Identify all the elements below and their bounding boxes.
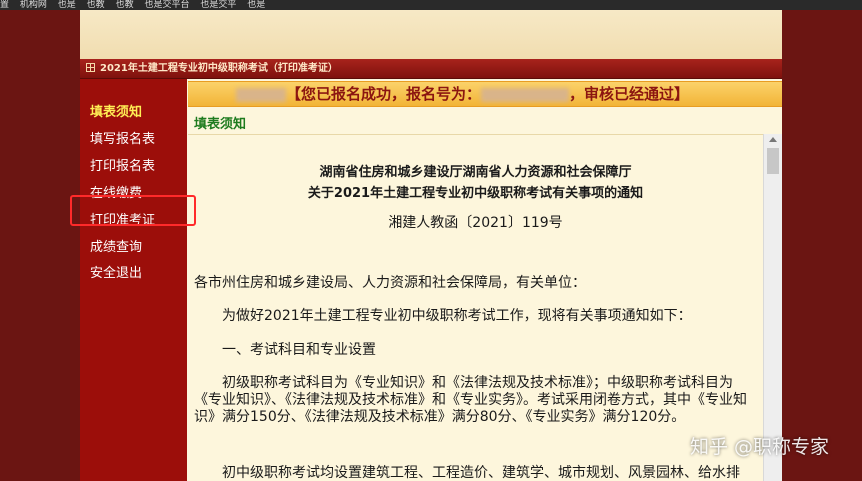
sidebar-item-notice[interactable]: 填表须知 bbox=[90, 105, 142, 121]
document-paragraph-2: 初中级职称考试均设置建筑工程、工程造价、建筑学、城市规划、风景园林、给水排水、建… bbox=[222, 465, 740, 481]
sidebar: 填表须知 填写报名表 打印报名表 在线缴费 打印准考证 成绩查询 安全退出 bbox=[80, 79, 187, 481]
section-label: 填表须知 bbox=[194, 117, 247, 132]
grid-icon bbox=[86, 63, 95, 72]
document-title-line-2: 关于2021年土建工程专业初中级职称考试有关事项的通知 bbox=[307, 186, 644, 201]
bookmark-item[interactable]: 也是交平台 bbox=[144, 0, 189, 10]
status-text-prefix: 【您已报名成功，报名号为： bbox=[286, 85, 482, 103]
sidebar-item-print-form[interactable]: 打印报名表 bbox=[90, 159, 155, 175]
bookmark-item[interactable]: 也是 bbox=[247, 0, 265, 10]
annotation-highlight-box bbox=[70, 195, 196, 226]
page-title-bar: 2021年土建工程专业初中级职称考试（打印准考证） bbox=[80, 59, 782, 79]
sidebar-item-score-query[interactable]: 成绩查询 bbox=[90, 240, 142, 256]
status-text-suffix: ，审核已经通过】 bbox=[569, 85, 690, 103]
document-salutation: 各市州住房和城乡建设局、人力资源和社会保障局，有关单位： bbox=[194, 275, 586, 291]
document-reference-number: 湘建人教函〔2021〕119号 bbox=[388, 215, 563, 231]
watermark: 知乎 @职称专家 bbox=[690, 436, 830, 458]
bookmark-item[interactable]: 也是交平 bbox=[200, 0, 236, 10]
notice-document[interactable]: 湖南省住房和城乡建设厅湖南省人力资源和社会保障厅 关于2021年土建工程专业初中… bbox=[188, 134, 763, 481]
bookmark-item[interactable]: 机构网 bbox=[20, 0, 47, 10]
document-heading-1: 一、考试科目和专业设置 bbox=[222, 342, 376, 358]
page-frame: 2021年土建工程专业初中级职称考试（打印准考证） 填表须知 填写报名表 打印报… bbox=[80, 10, 782, 481]
bookmark-item[interactable]: 置 bbox=[0, 0, 9, 10]
document-paragraph-1: 初级职称考试科目为《专业知识》和《法律法规及技术标准》；中级职称考试科目为《专业… bbox=[194, 375, 747, 425]
document-intro: 为做好2021年土建工程专业初中级职称考试工作，现将有关事项通知如下： bbox=[222, 308, 692, 324]
sidebar-item-fill-form[interactable]: 填写报名表 bbox=[90, 132, 155, 148]
registration-status-bar: 【您已报名成功，报名号为： ，审核已经通过】 bbox=[188, 81, 782, 107]
browser-bookmarks-bar: 置 机构网 也是 也教 也教 也是交平台 也是交平 也是 bbox=[0, 0, 862, 10]
page-title: 2021年土建工程专业初中级职称考试（打印准考证） bbox=[100, 63, 338, 74]
redacted-registration-number bbox=[481, 87, 570, 102]
header-banner bbox=[80, 10, 782, 59]
document-title-line-1: 湖南省住房和城乡建设厅湖南省人力资源和社会保障厅 bbox=[319, 165, 632, 180]
bookmark-item[interactable]: 也教 bbox=[116, 0, 134, 10]
redacted-name bbox=[236, 87, 286, 102]
bookmark-item[interactable]: 也教 bbox=[87, 0, 105, 10]
bookmark-item[interactable]: 也是 bbox=[58, 0, 76, 10]
scroll-thumb[interactable] bbox=[767, 148, 779, 174]
main-content: 【您已报名成功，报名号为： ，审核已经通过】 填表须知 湖南省住房和城乡建设厅湖南… bbox=[188, 79, 782, 481]
scroll-up-arrow-icon[interactable] bbox=[769, 137, 777, 142]
sidebar-item-logout[interactable]: 安全退出 bbox=[90, 266, 142, 282]
document-scrollbar[interactable] bbox=[763, 134, 782, 481]
